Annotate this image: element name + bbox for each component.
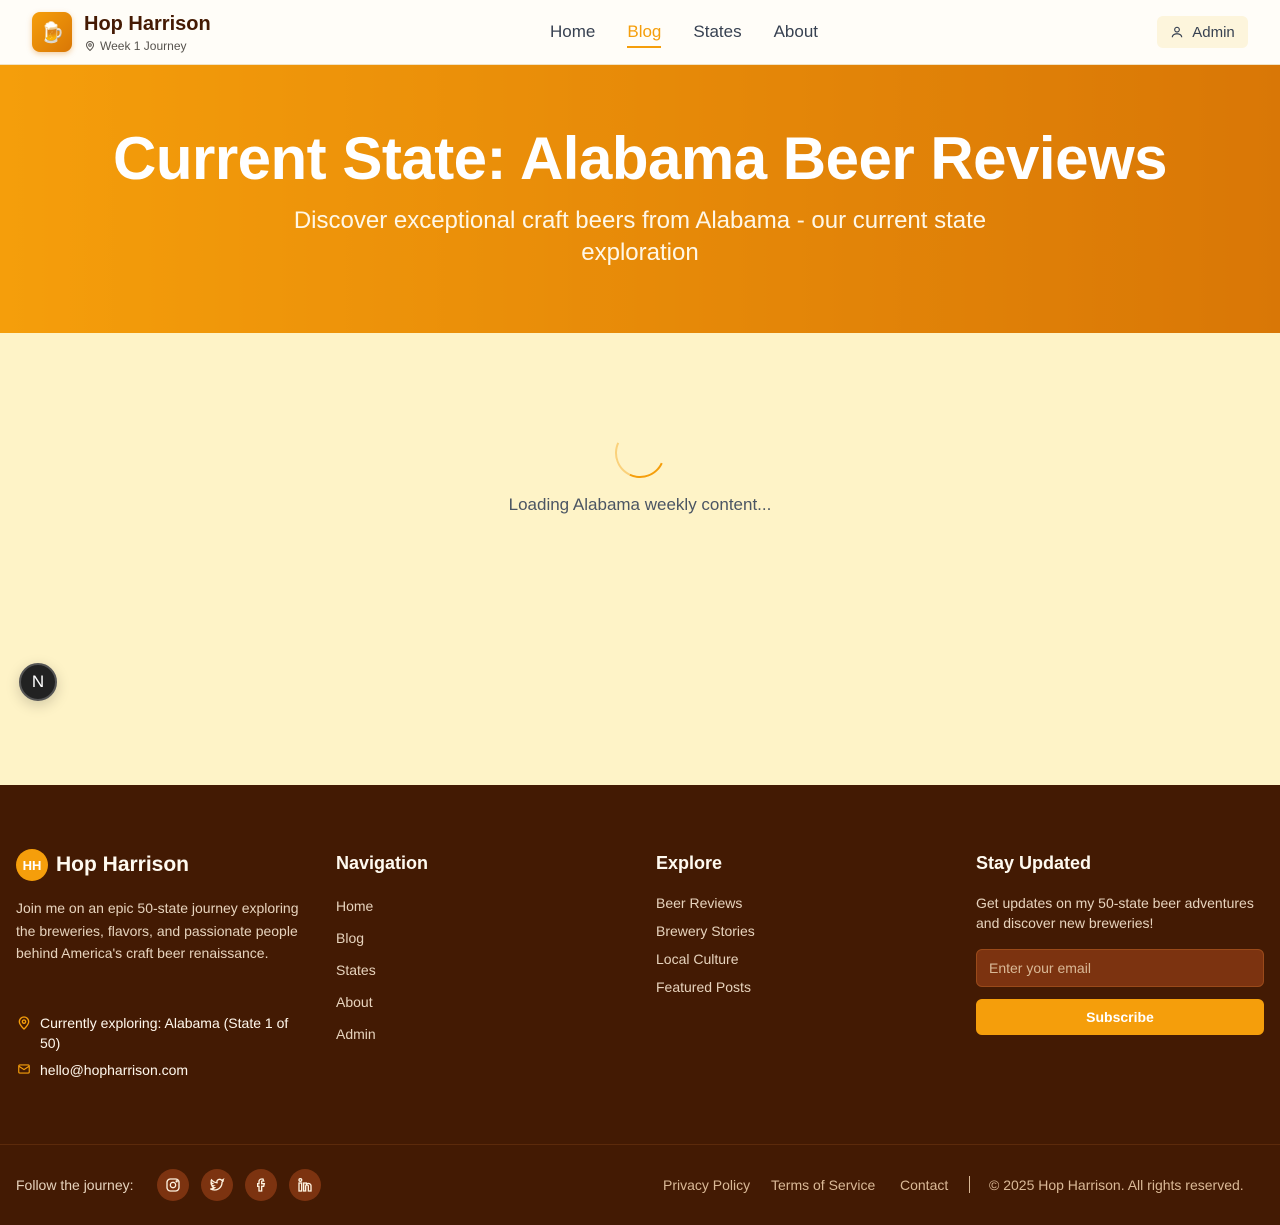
map-pin-icon — [18, 1016, 30, 1030]
subscribe-button[interactable]: Subscribe — [976, 999, 1264, 1035]
site-footer: HH Hop Harrison Join me on an epic 50-st… — [0, 785, 1280, 1225]
current-location-text: Currently exploring: Alabama (State 1 of… — [40, 1015, 289, 1051]
footer-link-about[interactable]: About — [336, 992, 373, 1012]
facebook-icon[interactable] — [245, 1169, 277, 1201]
follow-label: Follow the journey: — [16, 1177, 134, 1193]
contact-email[interactable]: hello@hopharrison.com — [16, 1060, 188, 1080]
site-header: 🍺 Hop Harrison Week 1 Journey Home Blog … — [0, 0, 1280, 65]
nav-about[interactable]: About — [774, 20, 818, 44]
footer-link-admin[interactable]: Admin — [336, 1024, 376, 1044]
dev-tools-badge[interactable]: N — [19, 663, 57, 701]
hero-subtitle: Discover exceptional craft beers from Al… — [293, 207, 987, 266]
current-location: Currently exploring: Alabama (State 1 of… — [16, 1013, 306, 1053]
newsletter-text: Get updates on my 50-state beer adventur… — [976, 895, 1254, 931]
beer-mug-icon[interactable]: 🍺 — [32, 12, 72, 52]
twitter-icon[interactable] — [201, 1169, 233, 1201]
hero-title: Current State: Alabama Beer Reviews — [112, 125, 1168, 192]
terms-link[interactable]: Terms of Service — [771, 1175, 875, 1195]
main-nav: Home Blog States About — [550, 20, 818, 48]
email-input[interactable] — [976, 949, 1264, 987]
admin-label: Admin — [1192, 23, 1235, 41]
footer-description: Join me on an epic 50-state journey expl… — [16, 900, 299, 962]
nav-heading: Navigation — [336, 853, 429, 873]
nav-blog[interactable]: Blog — [627, 20, 662, 48]
email-text[interactable]: hello@hopharrison.com — [40, 1060, 188, 1080]
footer-link-featured-posts[interactable]: Featured Posts — [656, 977, 751, 997]
brand-subtitle: Week 1 Journey — [84, 38, 187, 54]
linkedin-icon[interactable] — [289, 1169, 321, 1201]
footer-link-home[interactable]: Home — [336, 896, 373, 916]
week-label: Week 1 Journey — [100, 39, 187, 53]
user-icon — [1171, 26, 1183, 38]
explore-heading: Explore — [656, 853, 723, 873]
instagram-icon[interactable] — [157, 1169, 189, 1201]
admin-button[interactable]: Admin — [1157, 16, 1248, 48]
footer-link-beer-reviews[interactable]: Beer Reviews — [656, 893, 742, 913]
brand-title[interactable]: Hop Harrison — [84, 12, 211, 36]
footer-divider — [0, 1144, 1280, 1145]
map-pin-icon — [85, 41, 95, 52]
legal-separator — [969, 1176, 970, 1193]
nav-states[interactable]: States — [693, 20, 741, 44]
newsletter-heading: Stay Updated — [976, 853, 1092, 873]
footer-link-brewery-stories[interactable]: Brewery Stories — [656, 921, 755, 941]
hero-banner: Current State: Alabama Beer Reviews Disc… — [0, 65, 1280, 333]
footer-brand: Hop Harrison — [56, 853, 190, 876]
contact-link[interactable]: Contact — [900, 1175, 948, 1195]
footer-link-blog[interactable]: Blog — [336, 928, 364, 948]
privacy-policy-link[interactable]: Privacy Policy — [663, 1175, 750, 1195]
loading-spinner — [607, 420, 673, 486]
footer-logo: HH — [16, 849, 48, 881]
footer-link-states[interactable]: States — [336, 960, 376, 980]
nav-home[interactable]: Home — [550, 20, 595, 44]
footer-link-local-culture[interactable]: Local Culture — [656, 949, 739, 969]
mail-icon — [18, 1064, 30, 1074]
copyright: © 2025 Hop Harrison. All rights reserved… — [989, 1177, 1244, 1193]
loading-text: Loading Alabama weekly content... — [508, 495, 772, 514]
